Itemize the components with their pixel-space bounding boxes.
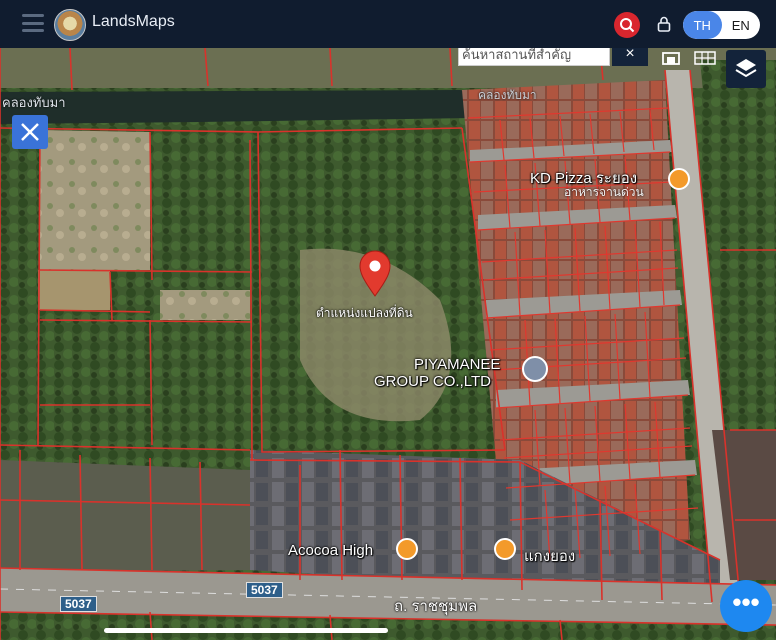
road-shield-left: 5037 [60, 596, 97, 612]
poi-piyamanee-label-2[interactable]: GROUP CO.,LTD [374, 373, 491, 390]
canal-label-right: คลองทับมา [478, 88, 537, 102]
restaurant-icon[interactable] [396, 538, 418, 560]
measure-tools-button[interactable] [12, 115, 48, 149]
more-options-button[interactable]: ••• [720, 580, 772, 632]
top-bar: LandsMaps TH EN [0, 0, 776, 48]
app-logo [54, 9, 86, 41]
company-icon[interactable] [522, 356, 548, 382]
poi-kaeng-label[interactable]: แกงยอง [524, 544, 575, 568]
grid-icon [694, 51, 716, 65]
poi-piyamanee-label-1[interactable]: PIYAMANEE [414, 356, 500, 373]
layers-button[interactable] [726, 50, 766, 88]
search-icon [620, 18, 635, 33]
grid-view-button[interactable] [690, 48, 720, 68]
app-title: LandsMaps [92, 13, 175, 30]
restaurant-icon-2[interactable] [494, 538, 516, 560]
satellite-map [0, 48, 776, 640]
language-toggle[interactable]: TH EN [683, 11, 760, 39]
ruler-tools-icon [21, 123, 39, 141]
poi-kd-pizza-sublabel: อาหารจานด่วน [564, 185, 644, 199]
layers-icon [735, 59, 757, 78]
home-indicator [104, 628, 388, 633]
building-icon [662, 52, 680, 65]
hamburger-icon[interactable] [22, 14, 44, 32]
search-button[interactable] [614, 12, 640, 38]
place-search-input[interactable]: ค้นหาสถานที่สำคัญ [458, 48, 610, 66]
fast-food-icon[interactable] [668, 168, 690, 190]
canal-label-left: คลองทับมา [2, 95, 66, 110]
poi-acocoa-label[interactable]: Acocoa High [288, 542, 373, 559]
parcel-label: ตำแหน่งแปลงที่ดิน [316, 306, 413, 320]
lang-th-button[interactable]: TH [683, 11, 722, 39]
road-shield-right: 5037 [246, 582, 283, 598]
lang-en-button[interactable]: EN [722, 11, 761, 39]
home-view-button[interactable] [656, 48, 686, 68]
map-canvas[interactable]: คลองทับมา คลองทับมา ตำแหน่งแปลงที่ดิน KD… [0, 48, 776, 640]
search-close-button[interactable]: × [612, 48, 648, 66]
road-name-label: ถ. ราชชุมพล [394, 598, 478, 615]
lock-icon[interactable] [657, 16, 671, 32]
